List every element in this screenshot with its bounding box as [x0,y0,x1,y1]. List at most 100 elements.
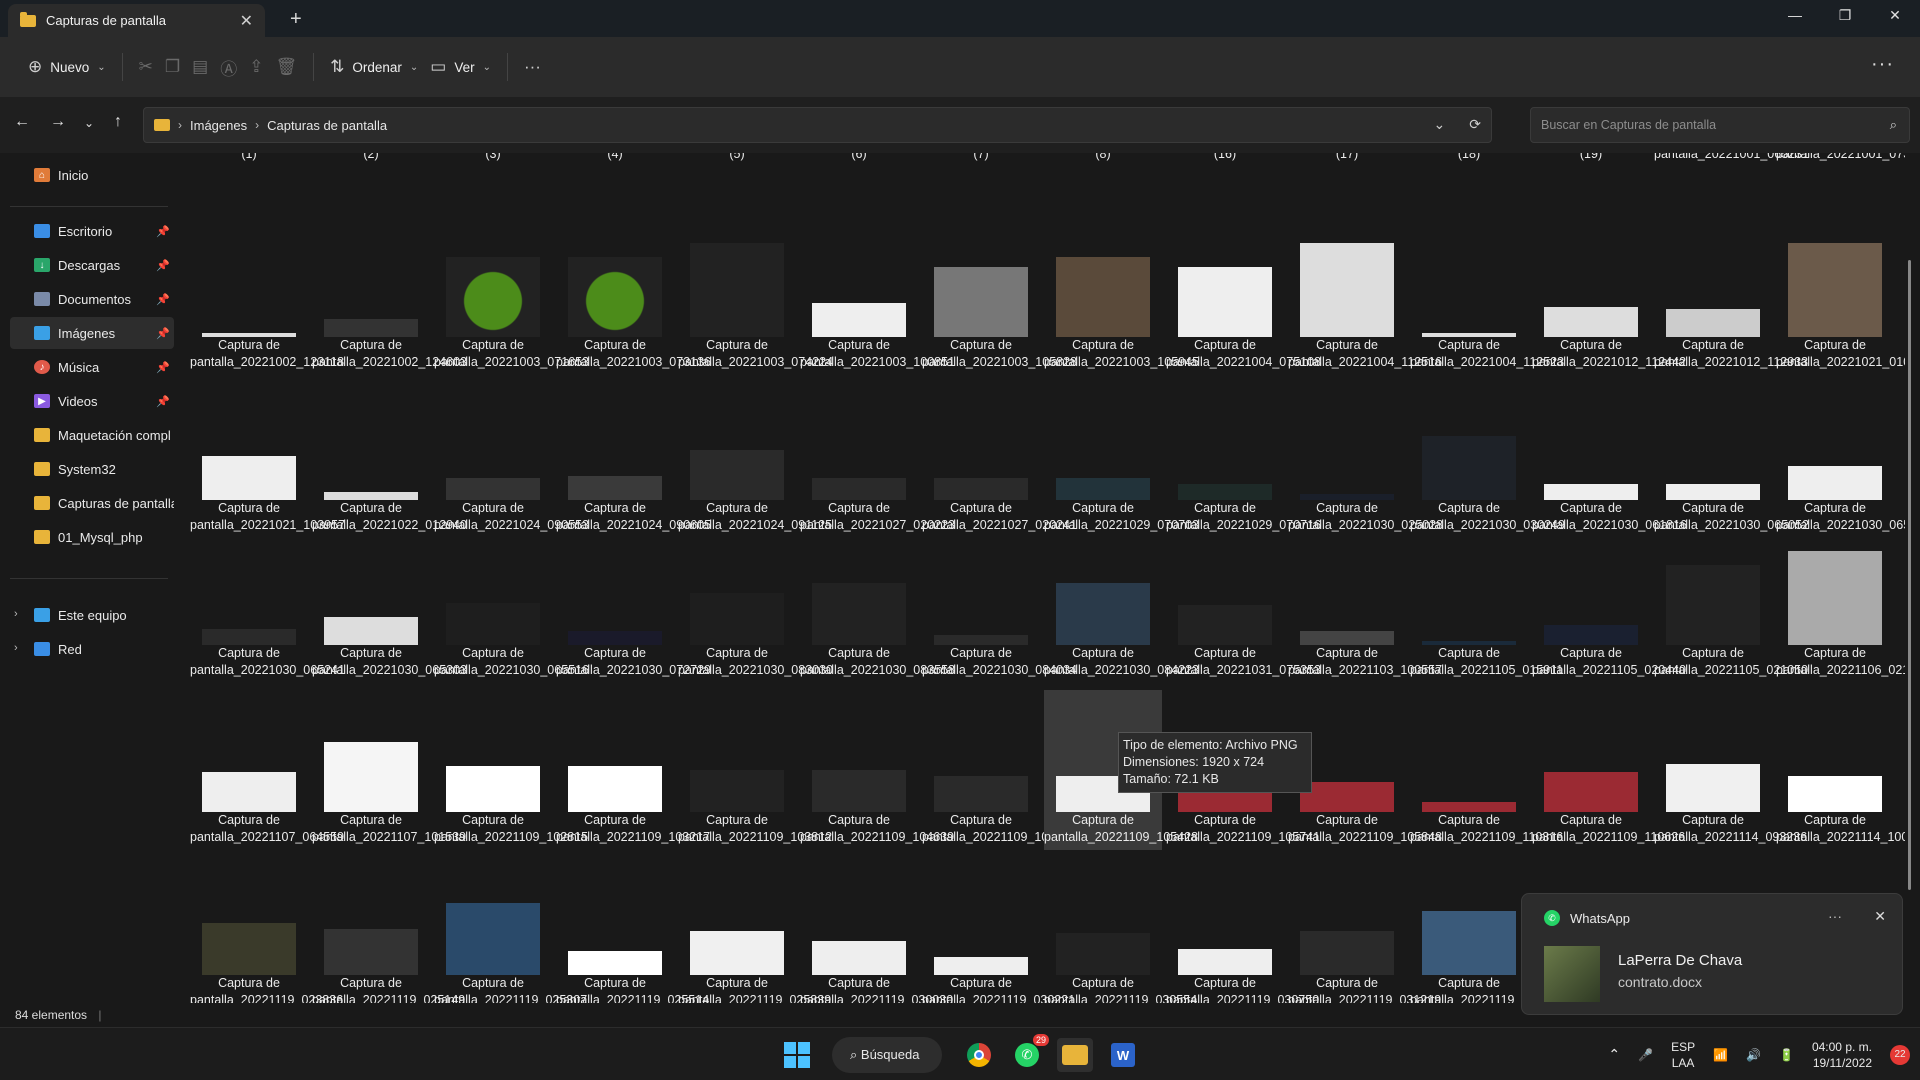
chrome-app[interactable] [961,1038,997,1072]
maximize-button[interactable]: ❐ [1820,0,1870,32]
rename-button[interactable]: Ⓐ [214,49,243,85]
file-item[interactable]: Captura de pantalla_20221030_030249 [1410,378,1565,538]
more-options-button[interactable]: ··· [518,49,547,85]
cut-button[interactable]: ✂ [133,49,159,85]
language-indicator[interactable]: ESP LAA [1671,1039,1695,1071]
file-item[interactable]: Captura de pantalla_20221021_010915 [1776,215,1905,375]
file-item[interactable]: Captura de pantalla_20221114_093236 [1654,690,1807,850]
file-item[interactable]: Captura de pantalla_20221119_031256 [1410,853,1563,1003]
chevron-up-icon[interactable]: ⌃ [1608,1046,1620,1063]
file-item[interactable]: Captura de pantalla_20221004_075108 [1166,215,1321,375]
file-item[interactable]: Captura de pantalla_20221030_065145 [1776,378,1905,538]
file-item[interactable]: Captura de pantalla_20221024_091125 [678,378,832,538]
back-arrow-icon[interactable]: ← [14,113,30,131]
file-item[interactable]: Captura de pantalla_20221119_025307 [434,853,587,1003]
file-item[interactable]: Captura de pantalla_20221024_090553 [434,378,589,538]
sidebar-item-videos[interactable]: ▶ Videos 📌 [10,385,174,417]
file-item[interactable]: Captura de pantalla_20221030_065241 [190,523,345,683]
file-item[interactable]: Captura de pantalla_20221105_015911 [1410,523,1563,683]
file-explorer-app[interactable] [1057,1038,1093,1072]
notification-close-button[interactable]: ✕ [1874,908,1886,925]
close-window-button[interactable]: ✕ [1870,0,1920,32]
file-item[interactable]: Captura de pantalla_20221109_103812 [678,690,832,850]
word-app[interactable]: W [1105,1038,1141,1072]
file-item[interactable]: Captura de pantalla_20221030_072729 [556,523,711,683]
file-item[interactable]: Captura de pantalla_20221109_110316 [1410,690,1563,850]
breadcrumb-capturas[interactable]: Capturas de pantalla [267,118,387,133]
sidebar-item-capturas[interactable]: Capturas de pantalla [10,487,174,519]
file-item[interactable]: Captura de pantalla_20221031_075353 [1166,523,1321,683]
sidebar-item-documentos[interactable]: Documentos 📌 [10,283,174,315]
tab-capturas[interactable]: Capturas de pantalla ✕ [8,4,265,37]
file-item[interactable]: Captura de pantalla_20221119_025514 [556,853,709,1003]
file-item[interactable]: Captura de pantalla_20221030_084223 [1044,523,1199,683]
copy-button[interactable]: ❐ [159,49,186,85]
file-item[interactable]: Captura de pantalla_20221114_100054 [1776,690,1905,850]
close-tab-icon[interactable]: ✕ [240,11,253,31]
file-item[interactable]: Captura de pantalla_20221109_102815 [434,690,588,850]
file-item[interactable]: Captura de pantalla_20221002_124603 [312,215,467,375]
file-item[interactable]: Captura de pantalla_20221029_070703 [1044,378,1199,538]
file-item[interactable]: Captura de pantalla_20221119_030030 [800,853,953,1003]
file-item[interactable]: Captura de pantalla_20221109_103217 [556,690,710,850]
whatsapp-app[interactable]: ✆ 29 [1009,1034,1049,1072]
chevron-down-icon[interactable]: ⌄ [1434,116,1446,133]
see-more-button[interactable]: ··· [1871,53,1894,76]
new-button[interactable]: ⊕ Nuevo ⌄ [22,49,112,85]
search-input[interactable]: Buscar en Capturas de pantalla ⌕ [1530,107,1910,143]
sidebar-item-system32[interactable]: System32 [10,453,174,485]
sidebar-item-musica[interactable]: ♪ Música 📌 [10,351,174,383]
file-item[interactable]: Captura de pantalla_20221105_020440 [1532,523,1686,683]
sidebar-item-imagenes[interactable]: Imágenes 📌 [10,317,174,349]
sort-button[interactable]: ⇅ Ordenar ⌄ [324,49,424,85]
file-item[interactable]: Captura de pantalla_20221029_070716 [1166,378,1321,538]
file-item[interactable]: Captura de pantalla_20221109_104639 [800,690,954,850]
file-item[interactable]: Captura de pantalla_20221030_083558 [800,523,955,683]
sidebar-item-red[interactable]: Red [10,633,174,665]
file-item[interactable]: Captura de pantalla_20221004_112516 [1288,215,1442,375]
delete-button[interactable]: 🗑 [269,49,303,85]
wifi-icon[interactable]: 📶 [1713,1048,1728,1062]
file-item[interactable]: Captura de pantalla_20221119_030221 [922,853,1075,1003]
file-item[interactable]: Captura de pantalla_20221109_110626 [1532,690,1685,850]
taskbar-search[interactable]: ⌕ Búsqueda [832,1037,942,1073]
minimize-button[interactable]: — [1770,0,1820,32]
file-item[interactable]: Captura de pantalla_20221030_061816 [1532,378,1687,538]
file-item[interactable]: Captura de pantalla_20221105_021050 [1654,523,1808,683]
file-item[interactable]: Captura de pantalla_20221119_023836 [190,853,343,1003]
file-item[interactable]: Captura de pantalla_20221003_074224 [678,215,833,375]
file-item[interactable]: Captura de pantalla_20221107_101539 [312,690,466,850]
recent-chevron-icon[interactable]: ⌄ [84,116,94,130]
whatsapp-notification[interactable]: ✆ WhatsApp ··· ✕ LaPerra De Chava contra… [1521,893,1903,1015]
refresh-icon[interactable]: ⟳ [1469,116,1481,133]
share-button[interactable]: ⇪ [243,49,269,85]
file-item[interactable]: Captura de pantalla_20221030_083030 [678,523,833,683]
file-item[interactable]: Captura de pantalla_20221021_103957 [190,378,345,538]
notification-count-badge[interactable]: 22 [1890,1044,1910,1065]
file-item[interactable]: Captura de pantalla_20221022_012940 [312,378,467,538]
file-item[interactable]: Captura de pantalla_20221003_071653 [434,215,589,375]
file-item[interactable]: Captura de pantalla_20221002_123118 [190,215,344,375]
view-button[interactable]: ▭ Ver ⌄ [424,49,497,85]
sidebar-item-mysql[interactable]: 01_Mysql_php [10,521,174,553]
start-button[interactable] [784,1042,810,1068]
new-tab-button[interactable]: + [290,8,302,31]
notification-more-button[interactable]: ··· [1828,908,1842,924]
file-item[interactable]: Captura de pantalla_20221030_084034 [922,523,1077,683]
file-item[interactable]: Captura de pantalla_20221003_105945 [1044,215,1199,375]
file-item[interactable]: Captura de pantalla_20221003_073136 [556,215,711,375]
address-bar[interactable]: › Imágenes › Capturas de pantalla ⌄ ⟳ [143,107,1492,143]
file-item[interactable]: Captura de pantalla_20221030_025028 [1288,378,1443,538]
sidebar-item-descargas[interactable]: ↓ Descargas 📌 [10,249,174,281]
file-item[interactable]: Captura de pantalla_20221027_020223 [800,378,955,538]
file-item[interactable]: Captura de pantalla_20221030_065052 [1654,378,1809,538]
file-item[interactable]: Captura de pantalla_20221012_112442 [1532,215,1686,375]
forward-arrow-icon[interactable]: → [50,113,66,131]
file-item[interactable]: Captura de pantalla_20221004_112523 [1410,215,1564,375]
file-item[interactable]: Captura de pantalla_20221103_100557 [1288,523,1442,683]
paste-button[interactable]: ▤ [186,49,214,85]
file-item[interactable]: Captura de pantalla_20221030_065516 [434,523,589,683]
file-item[interactable]: Captura de pantalla_20221119_031219 [1288,853,1441,1003]
file-item[interactable]: Captura de pantalla_20221119_030750 [1166,853,1319,1003]
sidebar-item-maquetacion[interactable]: Maquetación compl [10,419,174,451]
